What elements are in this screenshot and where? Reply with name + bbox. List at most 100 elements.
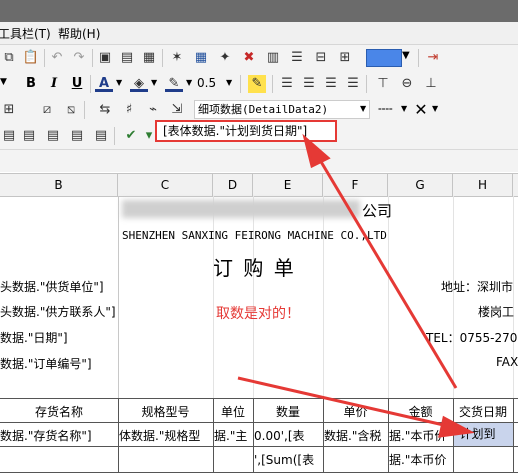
diagonal-line-icon[interactable]: ⧄ [38, 101, 56, 119]
column-header[interactable]: H [453, 174, 513, 196]
company-name-en: SHENZHEN SANXING FEIRONG MACHINE CO.,LTD [122, 229, 387, 242]
grid-split-icon[interactable]: ⊞ [0, 101, 18, 119]
table-header-cell: 存货名称 [34, 405, 83, 419]
table-cell[interactable]: 据."主 [214, 427, 252, 444]
table-cell[interactable]: 据."本币价 [389, 427, 452, 444]
chevron-down-icon[interactable]: ▼ [151, 78, 157, 87]
cross-line-icon[interactable]: ⧅ [62, 101, 80, 119]
properties-icon[interactable]: ☰ [288, 49, 306, 67]
chevron-down-icon[interactable]: ▼ [0, 77, 7, 87]
contact-field[interactable]: 头数据."供方联系人"] [0, 303, 116, 320]
zoom-level-box[interactable] [366, 49, 402, 67]
table-header-cell: 交货日期 [458, 405, 507, 419]
chevron-down-icon[interactable]: ▼ [401, 104, 407, 113]
align-right-icon[interactable]: ☰ [322, 75, 340, 93]
align-left-icon[interactable]: ☰ [278, 75, 296, 93]
band-icon-5[interactable]: ▤ [92, 127, 110, 145]
band-icon-2[interactable]: ▤ [20, 127, 38, 145]
fax-field[interactable]: FAX [496, 355, 518, 369]
chevron-down-icon[interactable]: ▼ [432, 104, 438, 113]
table-header-cell: 单位 [220, 405, 245, 419]
bring-front-icon[interactable]: ▣ [96, 49, 114, 67]
band-icon-4[interactable]: ▤ [68, 127, 86, 145]
toolbar-format: ▼ B I U A ▼ ◈ ▼ ✎ ▼ 0.5 ▼ ✎ ☰ ☰ ☰ ☰ ⊤ ⊖ … [0, 71, 518, 98]
copy-icon[interactable]: ⧉ [0, 49, 18, 67]
menu-help[interactable]: 帮助(H) [58, 25, 100, 42]
highlight-icon[interactable]: ✎ [248, 75, 266, 93]
formula-strip [0, 150, 518, 172]
apply-icon[interactable]: ✔ [122, 127, 140, 145]
close-icon[interactable]: ✕ [412, 101, 430, 119]
table-cell-selected[interactable]: "计划到 [454, 423, 513, 446]
chevron-down-icon[interactable]: ▼ [186, 78, 192, 87]
column-header-row: B C D E F G H [0, 173, 518, 197]
formula-input[interactable]: [表体数据."计划到货日期"] [155, 120, 337, 142]
send-back-icon[interactable]: ▤ [118, 49, 136, 67]
undo-icon[interactable]: ↶ [48, 49, 66, 67]
bold-icon[interactable]: B [22, 75, 40, 93]
table-cell[interactable]: 0.00',[表 [254, 427, 322, 444]
column-header[interactable]: D [213, 174, 253, 196]
band-icon-1[interactable]: ▤ [0, 127, 18, 145]
chevron-down-icon[interactable]: ▼ [402, 50, 410, 61]
address-field[interactable]: 地址：深圳市 [441, 278, 513, 295]
chevron-down-icon[interactable]: ▼ [360, 104, 366, 113]
chevron-down-icon[interactable]: ▼ [116, 78, 122, 87]
chart-icon[interactable]: ▥ [264, 49, 282, 67]
date-field[interactable]: 数据."日期"] [0, 329, 68, 346]
table-cell[interactable]: ',[Sum([表 [254, 451, 322, 468]
table-cell[interactable]: 体数据."规格型 [119, 427, 212, 444]
table-header-cell: 金额 [408, 405, 433, 419]
underline-icon[interactable]: U [68, 75, 86, 93]
zoom-in-icon[interactable]: ⊞ [336, 49, 354, 67]
line-style-icon[interactable]: ╌╌ [378, 102, 392, 116]
column-header[interactable]: G [388, 174, 453, 196]
insert-icon[interactable]: ✦ [216, 49, 234, 67]
fill-color-icon[interactable]: ◈ [130, 75, 148, 92]
menu-bar: 工具栏(T) 帮助(H) [0, 22, 518, 45]
valign-middle-icon[interactable]: ⊖ [398, 75, 416, 93]
supplier-field[interactable]: 头数据."供货单位"] [0, 278, 104, 295]
address2-field[interactable]: 楼岗工 [478, 303, 514, 320]
paste-icon[interactable]: 📋 [22, 49, 40, 67]
document-title: 订 购 单 [213, 256, 296, 280]
tel-field[interactable]: TEL：0755-270 [426, 329, 517, 346]
grid-icon[interactable]: ▦ [140, 49, 158, 67]
table-header-cell: 数量 [275, 405, 300, 419]
annotation-text: 取数是对的！ [216, 306, 300, 322]
sum-icon[interactable]: ⇲ [168, 101, 186, 119]
valign-bottom-icon[interactable]: ⊥ [422, 75, 440, 93]
table-cell[interactable]: 据."本币价 [389, 451, 452, 468]
table-icon[interactable]: ▦ [192, 49, 210, 67]
justify-icon[interactable]: ☰ [344, 75, 362, 93]
line-width-value[interactable]: 0.5 [197, 76, 216, 90]
column-header[interactable]: E [253, 174, 323, 196]
line-color-icon[interactable]: ✎ [165, 75, 183, 92]
table-cell[interactable]: 数据."存货名称"] [0, 427, 117, 444]
align-center-icon[interactable]: ☰ [300, 75, 318, 93]
redo-icon[interactable]: ↷ [70, 49, 88, 67]
toolbar-standard: ⧉ 📋 ↶ ↷ ▣ ▤ ▦ ✶ ▦ ✦ ✖ ▥ ☰ ⊟ ⊞ ▼ ⇥ [0, 45, 518, 72]
column-header[interactable]: B [0, 174, 118, 196]
column-header[interactable]: C [118, 174, 213, 196]
field-icon[interactable]: ⇆ [96, 101, 114, 119]
detail-data-select[interactable]: 细项数据(DetailData2) [194, 100, 370, 119]
order-no-field[interactable]: 数据."订单编号"] [0, 355, 92, 372]
band-icon-3[interactable]: ▤ [44, 127, 62, 145]
italic-icon[interactable]: I [45, 75, 63, 93]
title-bar [0, 0, 518, 22]
menu-toolbar[interactable]: 工具栏(T) [0, 25, 51, 42]
zoom-out-icon[interactable]: ⊟ [312, 49, 330, 67]
delete-icon[interactable]: ✖ [240, 49, 258, 67]
valign-top-icon[interactable]: ⊤ [374, 75, 392, 93]
column-header[interactable]: F [323, 174, 388, 196]
func-icon[interactable]: ⌁ [144, 101, 162, 119]
exit-icon[interactable]: ⇥ [424, 49, 442, 67]
chevron-down-icon[interactable]: ▼ [226, 78, 232, 87]
company-name-redacted [122, 200, 360, 218]
font-color-icon[interactable]: A [95, 75, 113, 92]
table-cell[interactable]: 数据."含税 [324, 427, 387, 444]
table-header-cell: 单价 [343, 405, 368, 419]
new-item-icon[interactable]: ✶ [168, 49, 186, 67]
expr-icon[interactable]: ♯ [120, 101, 138, 119]
